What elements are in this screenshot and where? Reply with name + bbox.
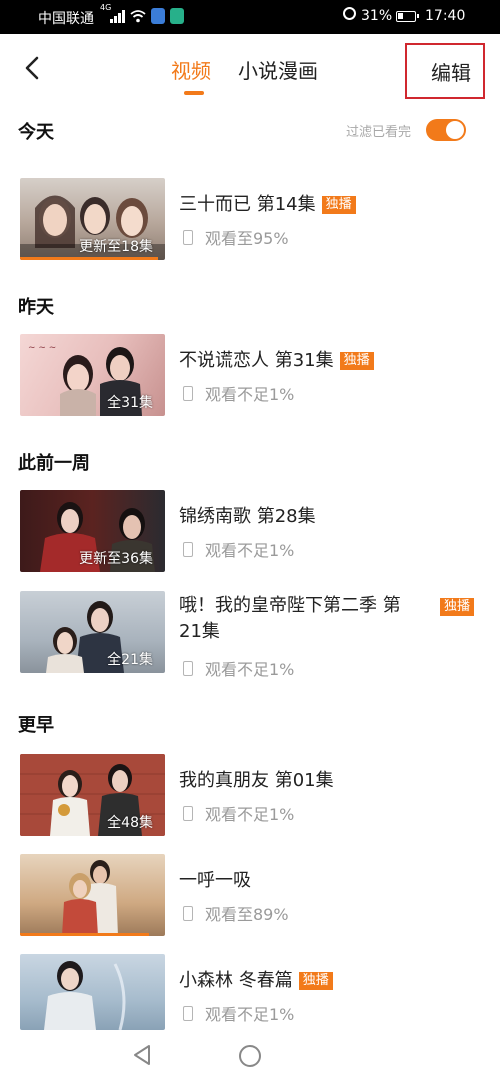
phone-icon bbox=[183, 661, 193, 676]
item-title: 锦绣南歌 第28集 bbox=[179, 506, 316, 527]
list-item[interactable]: 全21集 哦！我的皇帝陛下第二季 第 21集 独播 观看不足1% bbox=[0, 591, 500, 679]
exclusive-badge: 独播 bbox=[321, 196, 356, 214]
battery-icon bbox=[396, 11, 419, 22]
phone-icon bbox=[183, 1006, 193, 1021]
thumbnail-caption: 全31集 bbox=[107, 395, 153, 411]
svg-text:~ ~ ~: ~ ~ ~ bbox=[28, 343, 56, 353]
clock-time: 17:40 bbox=[425, 8, 466, 24]
item-title: 一呼一吸 bbox=[179, 870, 251, 891]
item-title: 小森林 冬春篇 bbox=[179, 970, 293, 991]
phone-icon bbox=[183, 906, 193, 921]
watch-status: 观看不足1% bbox=[183, 381, 294, 405]
exclusive-badge: 独播 bbox=[339, 352, 374, 370]
item-title-row: 不说谎恋人 第31集 独播 bbox=[179, 348, 374, 374]
phone-icon bbox=[183, 386, 193, 401]
thumbnail-image bbox=[44, 961, 126, 1030]
thumbnail-caption: 全21集 bbox=[107, 652, 153, 668]
filter-watched-label: 过滤已看完 bbox=[346, 125, 412, 140]
edit-button-label: 编辑 bbox=[431, 61, 471, 85]
video-thumbnail[interactable]: 全48集 bbox=[20, 754, 165, 836]
app-notification-icon bbox=[151, 8, 165, 24]
section-heading-yesterday: 昨天 bbox=[18, 297, 54, 318]
tab-video[interactable]: 视频 bbox=[171, 55, 211, 84]
watch-status-text: 观看不足1% bbox=[205, 660, 295, 679]
filter-watched-toggle[interactable] bbox=[426, 119, 466, 141]
item-title: 不说谎恋人 第31集 bbox=[179, 350, 334, 371]
video-thumbnail[interactable]: 全21集 bbox=[20, 591, 165, 673]
section-heading-past-week: 此前一周 bbox=[18, 453, 90, 474]
watch-status: 观看不足1% bbox=[183, 801, 294, 825]
system-back-icon[interactable] bbox=[131, 1043, 153, 1067]
phone-icon bbox=[183, 542, 193, 557]
list-item[interactable]: 更新至36集 锦绣南歌 第28集 观看不足1% bbox=[0, 490, 500, 572]
watch-status-text: 观看不足1% bbox=[205, 805, 295, 824]
watch-status: 观看不足1% bbox=[183, 656, 294, 680]
edit-button[interactable]: 编辑 bbox=[405, 43, 485, 99]
list-item[interactable]: ~ ~ ~ 全31集 不说谎恋人 第31集 独播 观看不足1% bbox=[0, 334, 500, 416]
section-heading-earlier: 更早 bbox=[18, 715, 54, 736]
carrier-name: 中国联通 bbox=[38, 11, 94, 27]
tab-novel-comic[interactable]: 小说漫画 bbox=[238, 55, 318, 84]
status-bar: 中国联通 4G 31% 17:40 bbox=[0, 0, 500, 34]
watch-status-text: 观看至95% bbox=[205, 229, 289, 248]
watch-status: 观看至89% bbox=[183, 901, 289, 925]
battery-percent: 31% bbox=[361, 8, 393, 24]
video-thumbnail[interactable]: 更新至36集 bbox=[20, 490, 165, 572]
list-item[interactable]: 一呼一吸 观看至89% bbox=[0, 854, 500, 936]
item-title: 三十而已 第14集 bbox=[179, 194, 316, 215]
signal-icon bbox=[110, 10, 125, 23]
list-item[interactable]: 小森林 冬春篇 独播 观看不足1% bbox=[0, 954, 500, 1030]
watch-status-text: 观看不足1% bbox=[205, 541, 295, 560]
exclusive-badge: 独播 bbox=[298, 972, 333, 990]
item-title: 哦！我的皇帝陛下第二季 第 bbox=[179, 595, 401, 616]
item-title-line2: 21集 bbox=[179, 621, 220, 642]
item-title-row: 小森林 冬春篇 独播 bbox=[179, 968, 333, 994]
phone-icon bbox=[183, 806, 193, 821]
section-heading-today: 今天 bbox=[18, 122, 54, 143]
item-title-row: 三十而已 第14集 独播 bbox=[179, 192, 356, 218]
video-thumbnail[interactable]: 更新至18集 bbox=[20, 178, 165, 260]
video-thumbnail[interactable] bbox=[20, 954, 165, 1030]
watch-status: 观看至95% bbox=[183, 225, 289, 249]
alarm-icon bbox=[343, 7, 356, 20]
app-notification-icon bbox=[170, 8, 184, 24]
watch-status-text: 观看至89% bbox=[205, 905, 289, 924]
thumbnail-caption: 更新至18集 bbox=[79, 239, 153, 255]
watch-status-text: 观看不足1% bbox=[205, 385, 295, 404]
list-item[interactable]: 更新至18集 三十而已 第14集 独播 观看至95% bbox=[0, 178, 500, 260]
wifi-icon bbox=[130, 10, 146, 23]
item-title-row: 锦绣南歌 第28集 bbox=[179, 504, 316, 530]
item-title-row: 哦！我的皇帝陛下第二季 第 21集 bbox=[179, 593, 449, 645]
video-thumbnail[interactable] bbox=[20, 854, 165, 936]
thumbnail-caption: 更新至36集 bbox=[79, 551, 153, 567]
watch-status: 观看不足1% bbox=[183, 537, 294, 561]
phone-icon bbox=[183, 230, 193, 245]
back-arrow-icon[interactable] bbox=[20, 54, 46, 82]
system-home-icon[interactable] bbox=[239, 1045, 261, 1067]
item-title: 我的真朋友 第01集 bbox=[179, 770, 334, 791]
watch-progress-bar bbox=[20, 257, 158, 260]
exclusive-badge: 独播 bbox=[440, 598, 475, 616]
video-thumbnail[interactable]: ~ ~ ~ 全31集 bbox=[20, 334, 165, 416]
list-item[interactable]: 全48集 我的真朋友 第01集 观看不足1% bbox=[0, 754, 500, 836]
active-tab-indicator bbox=[184, 91, 204, 95]
item-title-row: 一呼一吸 bbox=[179, 868, 251, 894]
watch-progress-bar bbox=[20, 933, 150, 936]
item-title-row: 我的真朋友 第01集 bbox=[179, 768, 334, 794]
watch-status: 观看不足1% bbox=[183, 1001, 294, 1025]
watch-status-text: 观看不足1% bbox=[205, 1005, 295, 1024]
thumbnail-image bbox=[62, 860, 118, 936]
toggle-knob bbox=[446, 121, 464, 139]
thumbnail-caption: 全48集 bbox=[107, 815, 153, 831]
